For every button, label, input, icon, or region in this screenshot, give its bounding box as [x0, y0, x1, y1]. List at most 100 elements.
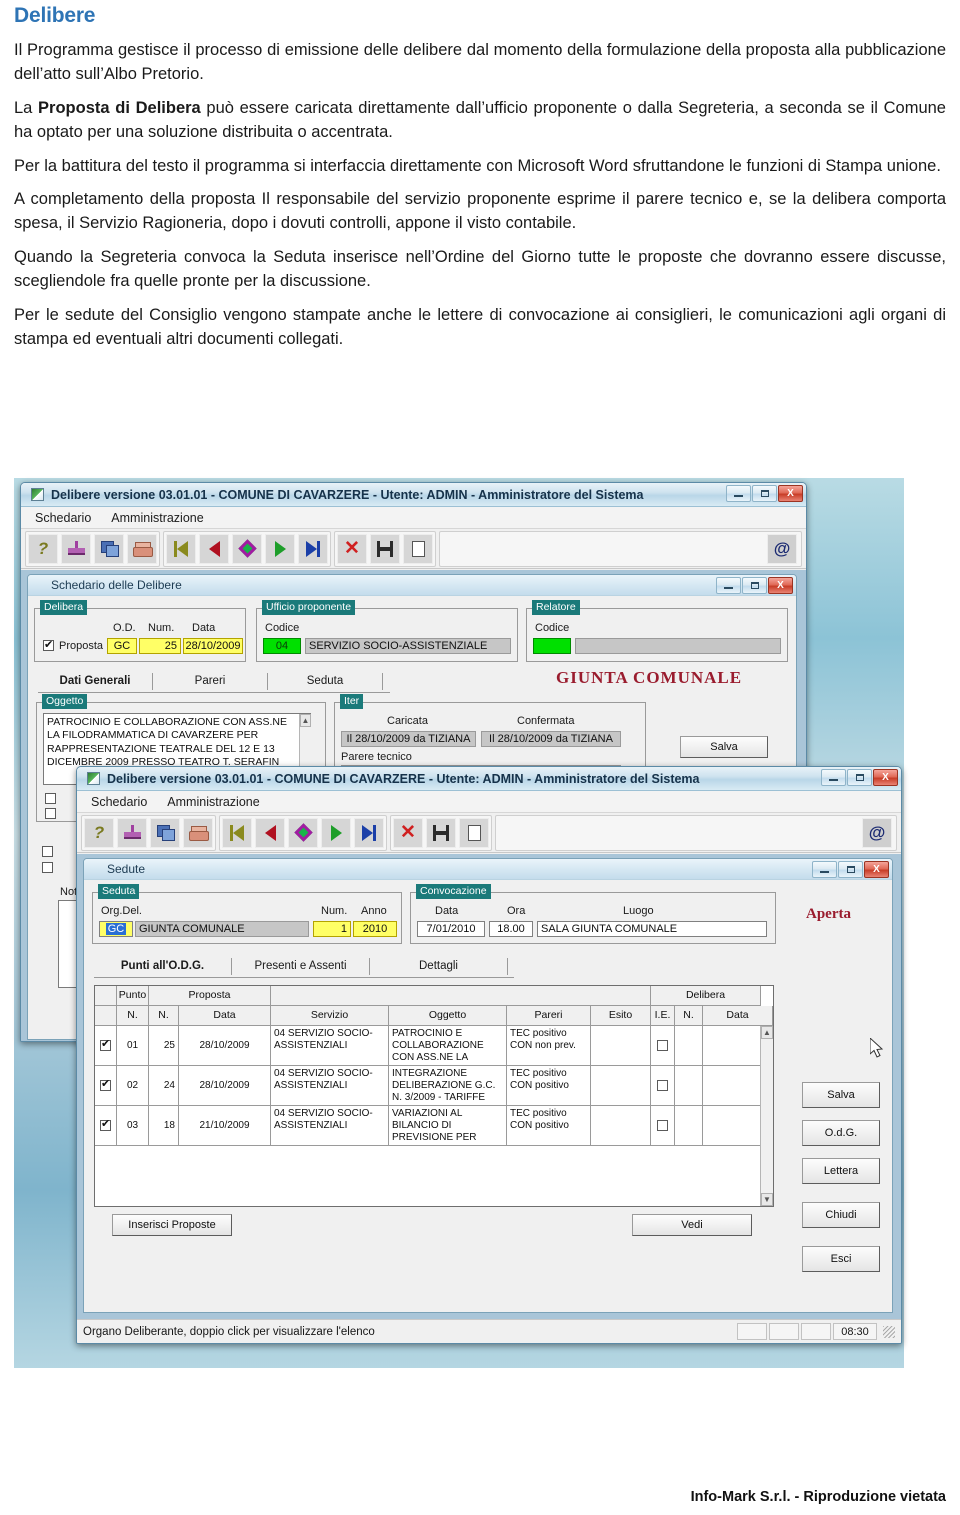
toolbar-back[interactable]: ? ✕ @: [21, 529, 806, 569]
stamp-icon[interactable]: [61, 533, 91, 564]
child-window-sedute[interactable]: Sedute X Seduta Org.Del. Num. Anno GC GI…: [83, 858, 893, 1313]
tab-dati-generali[interactable]: Dati Generali: [38, 673, 153, 690]
chiudi-button[interactable]: Chiudi: [802, 1202, 880, 1228]
row-checkbox[interactable]: [100, 1118, 111, 1131]
close-button-back[interactable]: X: [778, 485, 803, 502]
print-icon[interactable]: [127, 533, 157, 564]
child-maximize-schedario[interactable]: [742, 577, 767, 594]
next-record-icon[interactable]: [265, 533, 295, 564]
menubar-front[interactable]: Schedario Amministrazione: [77, 791, 901, 813]
child-maximize-sedute[interactable]: [838, 861, 863, 878]
save-icon[interactable]: [370, 533, 400, 564]
find-icon[interactable]: [288, 817, 318, 848]
field-num[interactable]: 25: [139, 638, 181, 654]
child-titlebar-sedute[interactable]: Sedute X: [84, 859, 892, 880]
tab-presenti-assenti[interactable]: Presenti e Assenti: [232, 958, 370, 975]
inserisci-proposte-button[interactable]: Inserisci Proposte: [112, 1214, 232, 1236]
row-1-check[interactable]: [95, 1066, 117, 1106]
grid-punti-odg[interactable]: Punto Proposta Delibera N. N. Data Servi…: [94, 985, 774, 1207]
field-codice-relatore[interactable]: [533, 638, 571, 654]
table-row[interactable]: 01 25 28/10/2009 04 SERVIZIO SOCIO-ASSIS…: [95, 1026, 773, 1066]
minimize-button-front[interactable]: [821, 769, 846, 786]
child-window-controls-schedario[interactable]: X: [716, 577, 793, 594]
first-record-icon[interactable]: [222, 817, 252, 848]
new-icon[interactable]: [403, 533, 433, 564]
child-titlebar-schedario[interactable]: Schedario delle Delibere X: [28, 575, 796, 596]
child-close-sedute[interactable]: X: [864, 861, 889, 878]
menu-amministrazione-back[interactable]: Amministrazione: [111, 511, 203, 525]
row-ie-checkbox[interactable]: [657, 1080, 668, 1091]
row-ie-checkbox[interactable]: [657, 1040, 668, 1051]
copy-icon[interactable]: [150, 817, 180, 848]
checkbox-left-3[interactable]: [42, 846, 53, 857]
previous-record-icon[interactable]: [199, 533, 229, 564]
child-minimize-sedute[interactable]: [812, 861, 837, 878]
field-od[interactable]: GC: [107, 638, 137, 654]
child-close-schedario[interactable]: X: [768, 577, 793, 594]
esci-button[interactable]: Esci: [802, 1246, 880, 1272]
row-2-check[interactable]: [95, 1106, 117, 1146]
print-icon[interactable]: [183, 817, 213, 848]
tab-dettagli[interactable]: Dettagli: [370, 958, 508, 975]
field-orgdel-code[interactable]: GC: [99, 921, 133, 937]
menu-schedario-front[interactable]: Schedario: [91, 795, 147, 809]
row-checkbox[interactable]: [100, 1038, 111, 1051]
maximize-button-front[interactable]: [847, 769, 872, 786]
scroll-up-arrow-oggetto[interactable]: ▲: [300, 714, 311, 727]
table-row[interactable]: 02 24 28/10/2009 04 SERVIZIO SOCIO-ASSIS…: [95, 1066, 773, 1106]
checkbox-oggetto-1[interactable]: [45, 793, 56, 804]
row-0-ie[interactable]: [651, 1026, 675, 1066]
lettera-button[interactable]: Lettera: [802, 1158, 880, 1184]
email-icon[interactable]: @: [767, 533, 797, 564]
salva-button-front[interactable]: Salva: [802, 1082, 880, 1108]
window-delibere-front[interactable]: Delibere versione 03.01.01 - COMUNE DI C…: [76, 766, 902, 1344]
tab-pareri[interactable]: Pareri: [153, 673, 268, 690]
field-anno-seduta[interactable]: 2010: [353, 921, 397, 937]
new-icon[interactable]: [459, 817, 489, 848]
field-data[interactable]: 28/10/2009: [183, 638, 243, 654]
checkbox-left-4[interactable]: [42, 862, 53, 873]
row-ie-checkbox[interactable]: [657, 1120, 668, 1131]
checkbox-oggetto-2[interactable]: [45, 808, 56, 819]
tab-seduta[interactable]: Seduta: [268, 673, 383, 690]
field-data-convocazione[interactable]: 7/01/2010: [417, 921, 485, 937]
row-checkbox[interactable]: [100, 1078, 111, 1091]
row-0-check[interactable]: [95, 1026, 117, 1066]
titlebar-front[interactable]: Delibere versione 03.01.01 - COMUNE DI C…: [77, 767, 901, 791]
delete-icon[interactable]: ✕: [393, 817, 423, 848]
delete-icon[interactable]: ✕: [337, 533, 367, 564]
save-icon[interactable]: [426, 817, 456, 848]
field-num-seduta[interactable]: 1: [313, 921, 351, 937]
help-icon[interactable]: ?: [84, 817, 114, 848]
table-row[interactable]: 03 18 21/10/2009 04 SERVIZIO SOCIO-ASSIS…: [95, 1106, 773, 1146]
menu-schedario-back[interactable]: Schedario: [35, 511, 91, 525]
find-icon[interactable]: [232, 533, 262, 564]
next-record-icon[interactable]: [321, 817, 351, 848]
minimize-button-back[interactable]: [726, 485, 751, 502]
tab-punti-odg[interactable]: Punti all'O.D.G.: [94, 958, 232, 975]
salva-button-back[interactable]: Salva: [680, 736, 768, 758]
row-2-ie[interactable]: [651, 1106, 675, 1146]
stamp-icon[interactable]: [117, 817, 147, 848]
tabstrip-schedario[interactable]: Dati Generali Pareri Seduta: [38, 673, 383, 690]
tabstrip-sedute[interactable]: Punti all'O.D.G. Presenti e Assenti Dett…: [94, 958, 508, 975]
last-record-icon[interactable]: [298, 533, 328, 564]
row-1-ie[interactable]: [651, 1066, 675, 1106]
grid-scroll-down-arrow[interactable]: ▼: [761, 1193, 773, 1206]
maximize-button-back[interactable]: [752, 485, 777, 502]
help-icon[interactable]: ?: [28, 533, 58, 564]
window-controls-back[interactable]: X: [726, 485, 803, 502]
field-luogo-convocazione[interactable]: SALA GIUNTA COMUNALE: [537, 921, 767, 937]
checkbox-proposta[interactable]: [43, 638, 54, 651]
previous-record-icon[interactable]: [255, 817, 285, 848]
last-record-icon[interactable]: [354, 817, 384, 848]
email-icon[interactable]: @: [862, 817, 892, 848]
close-button-front[interactable]: X: [873, 769, 898, 786]
vedi-button[interactable]: Vedi: [632, 1214, 752, 1236]
child-minimize-schedario[interactable]: [716, 577, 741, 594]
first-record-icon[interactable]: [166, 533, 196, 564]
menu-amministrazione-front[interactable]: Amministrazione: [167, 795, 259, 809]
grid-scroll-up-arrow[interactable]: ▲: [761, 1026, 773, 1039]
odg-button[interactable]: O.d.G.: [802, 1120, 880, 1146]
titlebar-back[interactable]: Delibere versione 03.01.01 - COMUNE DI C…: [21, 483, 806, 507]
